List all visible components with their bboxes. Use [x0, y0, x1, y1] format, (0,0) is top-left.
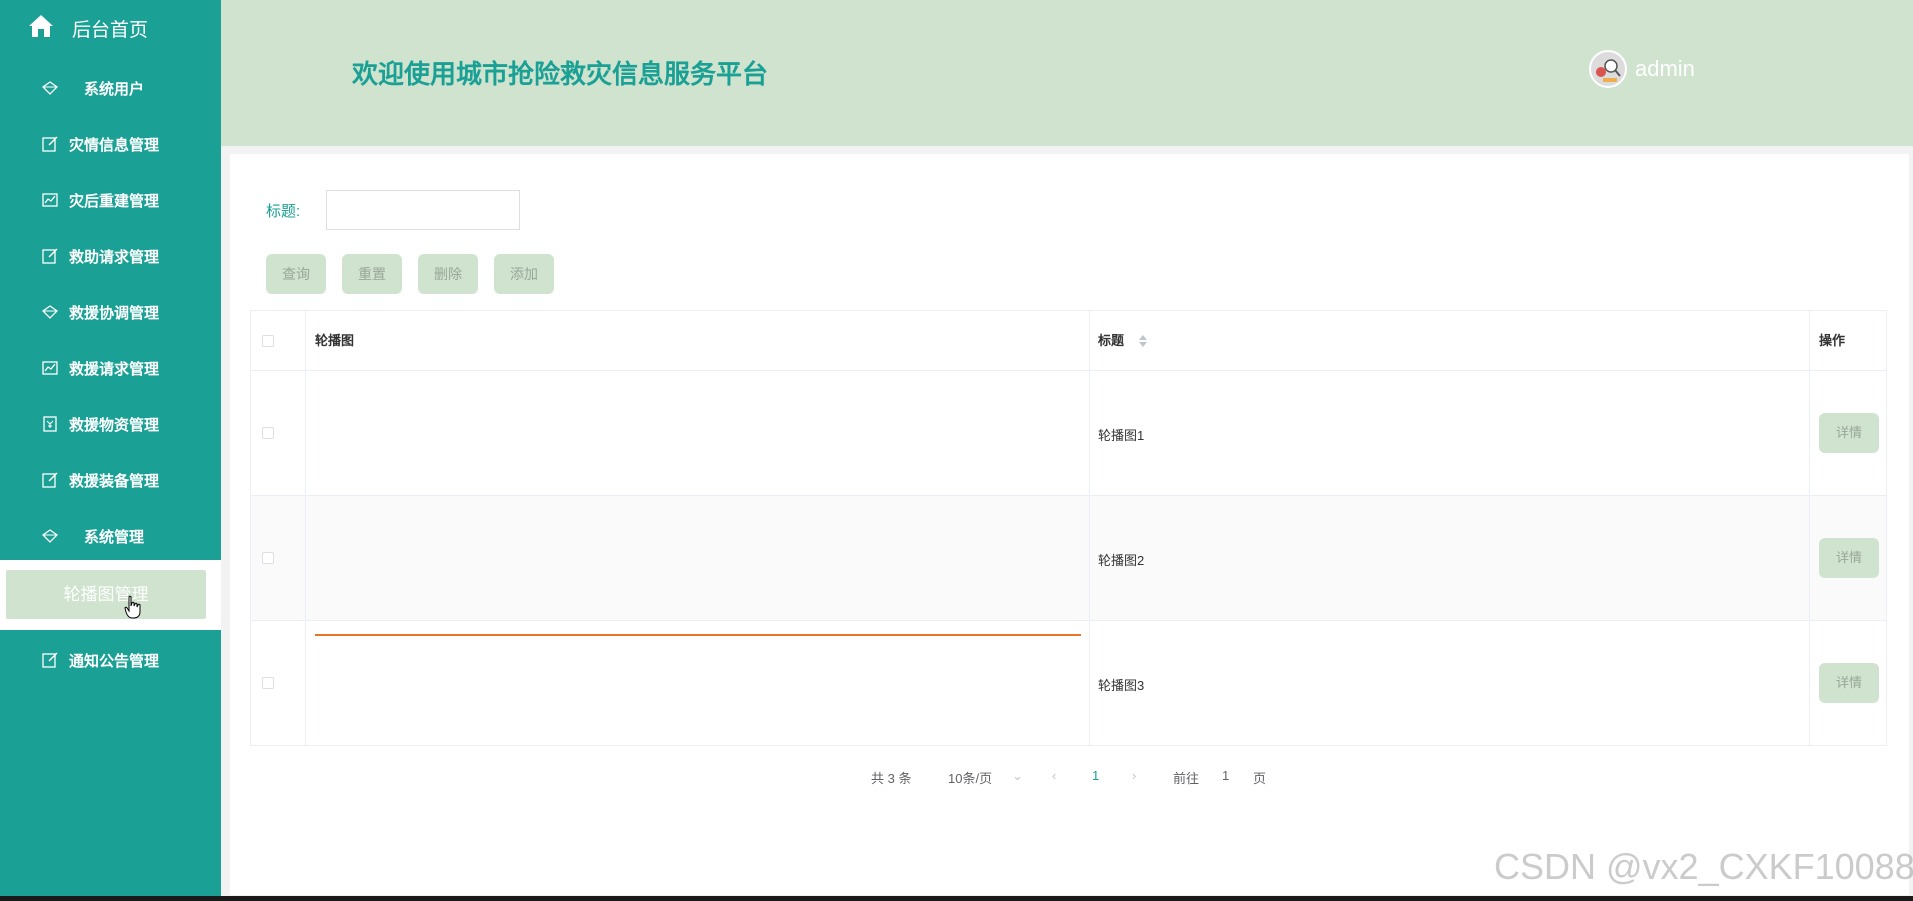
main-content: 标题: 查询 重置 删除 添加 轮播图 标题 操作 轮播图1 详情 轮播图2 详… — [230, 154, 1909, 895]
page-title: 欢迎使用城市抢险救灾信息服务平台 — [352, 59, 769, 89]
column-header-title[interactable]: 标题 — [1098, 311, 1124, 370]
top-header: 欢迎使用城市抢险救灾信息服务平台 admin — [221, 0, 1913, 146]
diamond-icon — [41, 529, 59, 543]
diamond-icon — [41, 305, 59, 319]
sidebar-item-label: 系统用户 — [84, 81, 145, 98]
diamond-icon — [41, 81, 59, 95]
sidebar-item-label: 救助请求管理 — [69, 249, 160, 266]
row-checkbox[interactable] — [262, 677, 274, 689]
sidebar-item-label: 灾后重建管理 — [69, 193, 160, 210]
column-divider — [1089, 311, 1090, 745]
row-title: 轮播图1 — [1098, 428, 1145, 443]
detail-button[interactable]: 详情 — [1819, 663, 1879, 703]
select-all-checkbox[interactable] — [262, 335, 274, 347]
sidebar-item-label: 系统管理 — [84, 529, 145, 546]
sidebar-item-rescue-coordination[interactable]: 救援协调管理 — [0, 284, 221, 340]
prev-page-icon[interactable]: ‹ — [1052, 768, 1056, 783]
sidebar-item-carousel-management[interactable]: 轮播图管理 — [6, 570, 206, 619]
sort-icon[interactable] — [1138, 334, 1148, 348]
image-placeholder-line — [315, 634, 1081, 636]
sidebar-item-label: 通知公告管理 — [69, 653, 160, 670]
table-row: 轮播图2 详情 — [251, 495, 1886, 620]
pagination-total: 共 3 条 — [871, 771, 912, 786]
table-row: 轮播图3 详情 — [251, 620, 1886, 745]
sidebar-item-system-users[interactable]: 系统用户 — [0, 60, 221, 116]
edit-icon — [42, 248, 58, 264]
title-search-input[interactable] — [326, 190, 520, 230]
chevron-down-icon[interactable]: ⌄ — [1012, 768, 1023, 784]
add-button[interactable]: 添加 — [494, 254, 554, 294]
avatar[interactable] — [1589, 50, 1627, 88]
detail-button[interactable]: 详情 — [1819, 413, 1879, 453]
sidebar-item-rebuild[interactable]: 灾后重建管理 — [0, 172, 221, 228]
row-title: 轮播图2 — [1098, 553, 1145, 568]
goto-suffix: 页 — [1253, 771, 1267, 786]
sidebar-item-rescue-equipment[interactable]: 救援装备管理 — [0, 452, 221, 508]
column-header-image: 轮播图 — [315, 333, 355, 348]
sidebar-item-disaster-info[interactable]: 灾情信息管理 — [0, 116, 221, 172]
sidebar-home[interactable]: 后台首页 — [0, 0, 221, 52]
data-table: 轮播图 标题 操作 轮播图1 详情 轮播图2 详情 轮播图3 详情 — [250, 310, 1887, 746]
sidebar-item-aid-request[interactable]: 救助请求管理 — [0, 228, 221, 284]
username[interactable]: admin — [1635, 56, 1695, 82]
delete-button[interactable]: 删除 — [418, 254, 478, 294]
next-page-icon[interactable]: › — [1132, 768, 1136, 783]
sidebar-item-label: 救援请求管理 — [69, 361, 160, 378]
row-checkbox[interactable] — [262, 552, 274, 564]
app-page: 后台首页 系统用户 灾情信息管理 灾后重建管理 救助请求管理 救援协调管理 救援… — [0, 0, 1913, 896]
edit-icon — [42, 136, 58, 152]
page-number-current[interactable]: 1 — [1092, 768, 1099, 783]
row-title: 轮播图3 — [1098, 678, 1145, 693]
search-label: 标题: — [266, 203, 301, 220]
chart-icon — [42, 193, 58, 207]
hand-cursor-icon — [124, 595, 141, 619]
edit-icon — [42, 652, 58, 668]
query-button[interactable]: 查询 — [266, 254, 326, 294]
watermark: CSDN @vx2_CXKF10088 — [1494, 846, 1913, 887]
sidebar-item-label: 救援物资管理 — [69, 417, 160, 434]
column-divider — [305, 311, 306, 745]
goto-page-input[interactable]: 1 — [1222, 768, 1229, 783]
sidebar-item-rescue-request[interactable]: 救援请求管理 — [0, 340, 221, 396]
sidebar-item-system-management[interactable]: 系统管理 — [0, 508, 221, 564]
sidebar-item-notices[interactable]: 通知公告管理 — [0, 632, 221, 688]
sidebar-item-label: 救援协调管理 — [69, 305, 160, 322]
reset-button[interactable]: 重置 — [342, 254, 402, 294]
avatar-icon — [1591, 52, 1625, 86]
sidebar-home-label: 后台首页 — [72, 20, 149, 41]
row-checkbox[interactable] — [262, 427, 274, 439]
column-divider — [1809, 311, 1810, 745]
sidebar-submenu: 轮播图管理 — [0, 560, 221, 630]
sidebar-item-label: 救援装备管理 — [69, 473, 160, 490]
chart-icon — [42, 361, 58, 375]
edit-icon — [42, 472, 58, 488]
badge-icon — [43, 416, 57, 432]
page-size-select[interactable]: 10条/页 — [948, 768, 992, 787]
column-header-actions: 操作 — [1819, 333, 1846, 348]
home-icon — [29, 15, 53, 37]
sidebar: 后台首页 系统用户 灾情信息管理 灾后重建管理 救助请求管理 救援协调管理 救援… — [0, 0, 221, 896]
table-row: 轮播图1 详情 — [251, 370, 1886, 495]
goto-label: 前往 — [1173, 771, 1200, 786]
sidebar-item-rescue-supplies[interactable]: 救援物资管理 — [0, 396, 221, 452]
detail-button[interactable]: 详情 — [1819, 538, 1879, 578]
sidebar-item-label: 灾情信息管理 — [69, 137, 160, 154]
